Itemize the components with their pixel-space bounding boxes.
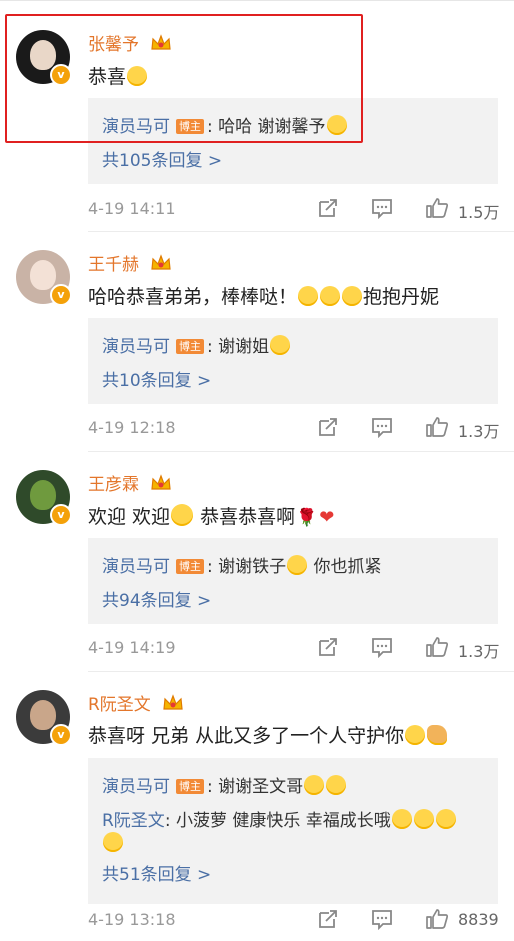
reply-author[interactable]: R阮圣文	[102, 811, 165, 831]
reply-box[interactable]: 演员马可 博主: 哈哈 谢谢馨予 共105条回复 >	[88, 98, 498, 184]
verified-badge-icon: v	[50, 724, 72, 746]
kiss-emoji-icon	[320, 286, 341, 306]
like-icon[interactable]	[425, 907, 449, 931]
top-divider	[0, 0, 514, 9]
comment-text: 恭喜呀 兄弟 从此又多了一个人守护你	[88, 721, 448, 748]
tears-emoji-icon	[391, 809, 412, 829]
reply-line: 演员马可 博主: 谢谢铁子 你也抓紧	[102, 555, 382, 577]
comment-text: 哈哈恭喜弟弟，棒棒哒！ 抱抱丹妮	[88, 286, 440, 308]
comment-text: 欢迎 欢迎 恭喜恭喜啊🌹 ❤	[88, 504, 335, 528]
laugh-emoji-icon	[405, 725, 426, 745]
rose-emoji-icon: 🌹	[296, 508, 318, 528]
kiss-emoji-icon	[298, 286, 319, 306]
comment-time: 4-19 14:11	[88, 199, 176, 218]
blogger-tag: 博主	[176, 339, 204, 354]
reply-line: R阮圣文: 小菠萝 健康快乐 幸福成长哦	[102, 806, 457, 831]
comment-icon[interactable]	[371, 197, 393, 219]
verified-badge-icon: v	[50, 504, 72, 526]
grin-emoji-icon	[127, 66, 148, 86]
divider	[88, 451, 514, 452]
forward-icon[interactable]	[317, 636, 339, 658]
reply-box[interactable]: 演员马可 博主: 谢谢铁子 你也抓紧 共94条回复 >	[88, 538, 498, 624]
forward-icon[interactable]	[317, 197, 339, 219]
comment-icon[interactable]	[371, 636, 393, 658]
laugh-emoji-icon	[171, 504, 194, 526]
reply-line: 演员马可 博主: 谢谢姐	[102, 332, 291, 357]
crown-badge-icon	[151, 254, 172, 270]
divider	[88, 671, 514, 672]
reply-author[interactable]: 演员马可	[102, 117, 170, 137]
like-icon[interactable]	[425, 635, 449, 659]
comment-time: 4-19 13:18	[88, 910, 176, 929]
more-replies-link[interactable]: 共10条回复 >	[102, 366, 211, 391]
reply-author[interactable]: 演员马可	[102, 337, 170, 357]
blogger-tag: 博主	[176, 119, 204, 134]
comment-icon[interactable]	[371, 416, 393, 438]
like-icon[interactable]	[425, 196, 449, 220]
comment-username[interactable]: 张馨予	[88, 30, 172, 55]
more-replies-link[interactable]: 共51条回复 >	[102, 860, 211, 885]
like-count: 8839	[458, 910, 499, 929]
reply-author[interactable]: 演员马可	[102, 557, 170, 577]
smile-emoji-icon	[270, 335, 291, 355]
comment-time: 4-19 14:19	[88, 638, 176, 657]
comment-username[interactable]: 王彦霖	[88, 470, 172, 495]
reply-line: 演员马可 博主: 哈哈 谢谢馨予	[102, 112, 348, 137]
verified-badge-icon: v	[50, 64, 72, 86]
forward-icon[interactable]	[317, 908, 339, 930]
reply-box[interactable]: 演员马可 博主: 谢谢圣文哥 R阮圣文: 小菠萝 健康快乐 幸福成长哦 共51条回…	[88, 758, 498, 904]
grin-emoji-icon	[304, 775, 325, 795]
tears-emoji-icon	[103, 832, 123, 852]
more-replies-link[interactable]: 共105条回复 >	[102, 146, 222, 171]
crown-badge-icon	[151, 474, 172, 490]
strong-arm-emoji-icon	[427, 725, 448, 745]
tears-emoji-icon	[413, 809, 434, 829]
like-count: 1.3万	[458, 422, 500, 441]
tears-emoji-icon	[435, 809, 456, 829]
like-count: 1.5万	[458, 203, 500, 222]
crown-badge-icon	[163, 694, 183, 710]
comment-username[interactable]: R阮圣文	[88, 690, 184, 715]
crown-badge-icon	[151, 34, 172, 50]
heart-emoji-icon: ❤	[319, 507, 335, 528]
grin-emoji-icon	[326, 115, 347, 135]
comment-text: 恭喜	[88, 62, 148, 89]
reply-box[interactable]: 演员马可 博主: 谢谢姐 共10条回复 >	[88, 318, 498, 404]
comment-icon[interactable]	[371, 908, 393, 930]
blogger-tag: 博主	[176, 559, 204, 574]
kiss-emoji-icon	[342, 286, 363, 306]
grin-emoji-icon	[287, 555, 308, 575]
verified-badge-icon: v	[50, 284, 72, 306]
divider	[88, 231, 514, 232]
like-count: 1.3万	[458, 642, 500, 661]
reply-line: 演员马可 博主: 谢谢圣文哥	[102, 772, 347, 797]
forward-icon[interactable]	[317, 416, 339, 438]
blogger-tag: 博主	[176, 779, 204, 794]
grin-emoji-icon	[326, 775, 347, 795]
more-replies-link[interactable]: 共94条回复 >	[102, 586, 211, 611]
reply-author[interactable]: 演员马可	[102, 777, 170, 797]
comment-username[interactable]: 王千赫	[88, 250, 172, 275]
reply-line-wrap	[102, 832, 124, 854]
like-icon[interactable]	[425, 415, 449, 439]
comment-time: 4-19 12:18	[88, 418, 176, 437]
